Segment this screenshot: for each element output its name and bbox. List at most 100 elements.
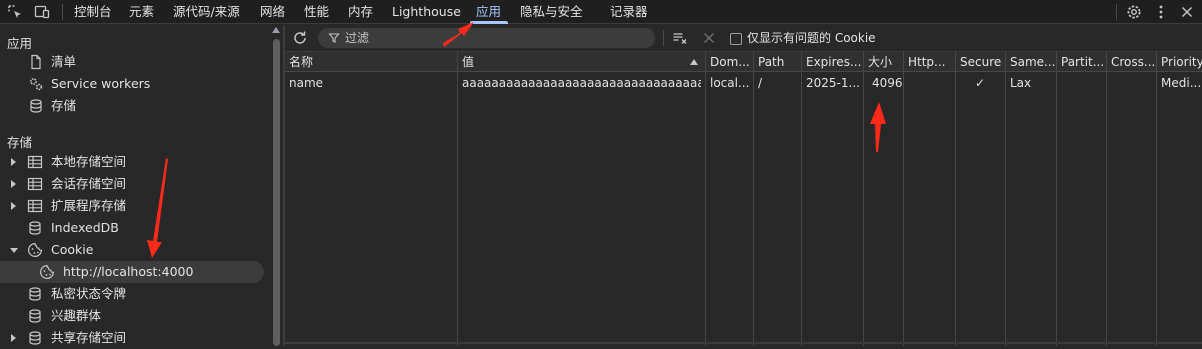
filter-placeholder: 过滤 bbox=[345, 31, 370, 45]
tab-performance[interactable]: 性能 bbox=[304, 0, 329, 24]
cell-path[interactable]: / bbox=[758, 73, 800, 93]
more-options-icon[interactable] bbox=[1152, 3, 1170, 21]
column-divider[interactable] bbox=[1156, 52, 1157, 346]
sidebar-item-cookies[interactable]: Cookie bbox=[0, 239, 264, 261]
only-issues-label: 仅显示有问题的 Cookie bbox=[747, 31, 876, 45]
column-divider[interactable] bbox=[1056, 52, 1057, 346]
sidebar-item-local-storage[interactable]: 本地存储空间 bbox=[0, 151, 264, 173]
active-tab-indicator bbox=[470, 21, 508, 24]
column-divider[interactable] bbox=[863, 52, 864, 346]
tab-memory[interactable]: 内存 bbox=[348, 0, 373, 24]
cell-size[interactable]: 4096 bbox=[872, 73, 902, 93]
sidebar-item-extension-storage[interactable]: 扩展程序存储 bbox=[0, 195, 264, 217]
column-header-value[interactable]: 值 bbox=[462, 52, 682, 72]
tab-console[interactable]: 控制台 bbox=[74, 0, 112, 24]
only-issues-checkbox[interactable] bbox=[730, 33, 742, 45]
table-icon bbox=[27, 154, 43, 170]
cookies-toolbar: 过滤 仅显示有问题的 Cookie bbox=[285, 25, 1202, 52]
tab-recorder[interactable]: 记录器 bbox=[610, 0, 648, 24]
sidebar-item-service-workers[interactable]: Service workers bbox=[0, 73, 264, 95]
column-header-domain[interactable]: Dom... bbox=[710, 52, 752, 72]
select-element-icon[interactable] bbox=[6, 3, 24, 21]
sidebar-item-cookie-localhost[interactable]: http://localhost:4000 bbox=[0, 261, 264, 283]
collapse-arrow-icon[interactable] bbox=[10, 248, 18, 253]
cookie-icon bbox=[39, 264, 55, 280]
delete-selected-icon[interactable] bbox=[701, 30, 717, 46]
expand-arrow-icon[interactable] bbox=[11, 158, 16, 166]
cell-partition-key[interactable] bbox=[1061, 73, 1105, 93]
tab-elements[interactable]: 元素 bbox=[129, 0, 154, 24]
sidebar-item-manifest[interactable]: 清单 bbox=[0, 51, 264, 73]
section-title-storage: 存储 bbox=[7, 135, 33, 150]
tab-privacy-security[interactable]: 隐私与安全 bbox=[520, 0, 583, 24]
column-header-name[interactable]: 名称 bbox=[289, 52, 453, 72]
devtools-tab-bar: 控制台 元素 源代码/来源 网络 性能 内存 Lighthouse 应用 隐私与… bbox=[0, 0, 1202, 24]
sidebar-scrollbar[interactable] bbox=[270, 25, 283, 346]
section-title-application: 应用 bbox=[7, 36, 33, 51]
column-header-size[interactable]: 大小 bbox=[868, 52, 902, 72]
device-toolbar-icon[interactable] bbox=[33, 3, 51, 21]
expand-arrow-icon[interactable] bbox=[11, 202, 16, 210]
column-divider[interactable] bbox=[903, 52, 904, 346]
column-divider[interactable] bbox=[753, 52, 754, 346]
table-icon bbox=[27, 198, 43, 214]
column-divider[interactable] bbox=[457, 52, 458, 346]
toolbar-divider bbox=[1116, 4, 1117, 20]
column-divider[interactable] bbox=[955, 52, 956, 346]
tab-lighthouse[interactable]: Lighthouse bbox=[392, 0, 461, 24]
toolbar-divider bbox=[663, 30, 664, 46]
table-bottom-border bbox=[285, 342, 1202, 344]
column-divider[interactable] bbox=[705, 52, 706, 346]
refresh-icon[interactable] bbox=[291, 29, 309, 47]
file-icon bbox=[28, 54, 44, 70]
cell-samesite[interactable]: Lax bbox=[1010, 73, 1055, 93]
cell-priority[interactable]: Medi... bbox=[1161, 73, 1202, 93]
clear-filtered-cookies-icon[interactable] bbox=[671, 29, 689, 47]
filter-funnel-icon bbox=[328, 32, 340, 44]
column-divider[interactable] bbox=[1005, 52, 1006, 346]
column-header-partition-key[interactable]: Partit... bbox=[1061, 52, 1105, 72]
cell-value[interactable]: aaaaaaaaaaaaaaaaaaaaaaaaaaaaaaaaaaa... bbox=[462, 73, 701, 93]
sidebar-item-indexeddb[interactable]: IndexedDB bbox=[0, 217, 264, 239]
cell-name[interactable]: name bbox=[289, 73, 453, 93]
gears-icon bbox=[28, 76, 44, 92]
tab-sources[interactable]: 源代码/来源 bbox=[173, 0, 240, 24]
scroll-up-arrow-icon[interactable] bbox=[272, 27, 280, 33]
sidebar-item-storage-overview[interactable]: 存储 bbox=[0, 95, 264, 117]
sidebar-item-private-state-tokens[interactable]: 私密状态令牌 bbox=[0, 283, 264, 305]
database-icon bbox=[27, 220, 43, 236]
settings-gear-icon[interactable] bbox=[1125, 3, 1143, 21]
column-header-path[interactable]: Path bbox=[758, 52, 800, 72]
database-icon bbox=[27, 308, 43, 324]
column-header-cross-site[interactable]: Cross... bbox=[1111, 52, 1155, 72]
expand-arrow-icon[interactable] bbox=[11, 334, 16, 342]
toolbar-divider bbox=[62, 4, 63, 20]
column-header-expires[interactable]: Expires... bbox=[806, 52, 862, 72]
table-icon bbox=[27, 176, 43, 192]
close-devtools-icon[interactable] bbox=[1178, 3, 1196, 21]
filter-input[interactable]: 过滤 bbox=[318, 28, 655, 48]
database-icon bbox=[27, 286, 43, 302]
column-header-priority[interactable]: Priority bbox=[1161, 52, 1202, 72]
cell-domain[interactable]: local... bbox=[710, 73, 752, 93]
cell-expires[interactable]: 2025-1... bbox=[806, 73, 862, 93]
column-divider[interactable] bbox=[1106, 52, 1107, 346]
sidebar-item-interest-groups[interactable]: 兴趣群体 bbox=[0, 305, 264, 327]
scrollbar-thumb[interactable] bbox=[273, 39, 280, 346]
tab-network[interactable]: 网络 bbox=[260, 0, 285, 24]
cookies-table: 名称 值 Dom... Path Expires... 大小 Http... S… bbox=[285, 52, 1202, 346]
cell-cross-site[interactable] bbox=[1111, 73, 1155, 93]
column-header-samesite[interactable]: Same... bbox=[1010, 52, 1055, 72]
sidebar-item-session-storage[interactable]: 会话存储空间 bbox=[0, 173, 264, 195]
cell-secure[interactable]: ✓ bbox=[975, 73, 1003, 93]
database-icon bbox=[28, 98, 44, 114]
column-header-secure[interactable]: Secure bbox=[960, 52, 1004, 72]
database-icon bbox=[27, 330, 43, 346]
application-sidebar: 应用 清单 Service workers 存储 存储 本地存储空间 会话存储空… bbox=[0, 25, 270, 346]
column-divider[interactable] bbox=[801, 52, 802, 346]
sort-ascending-icon bbox=[690, 59, 698, 65]
column-header-httponly[interactable]: Http... bbox=[908, 52, 954, 72]
cell-httponly[interactable] bbox=[908, 73, 954, 93]
expand-arrow-icon[interactable] bbox=[11, 180, 16, 188]
cookie-icon bbox=[27, 242, 43, 258]
